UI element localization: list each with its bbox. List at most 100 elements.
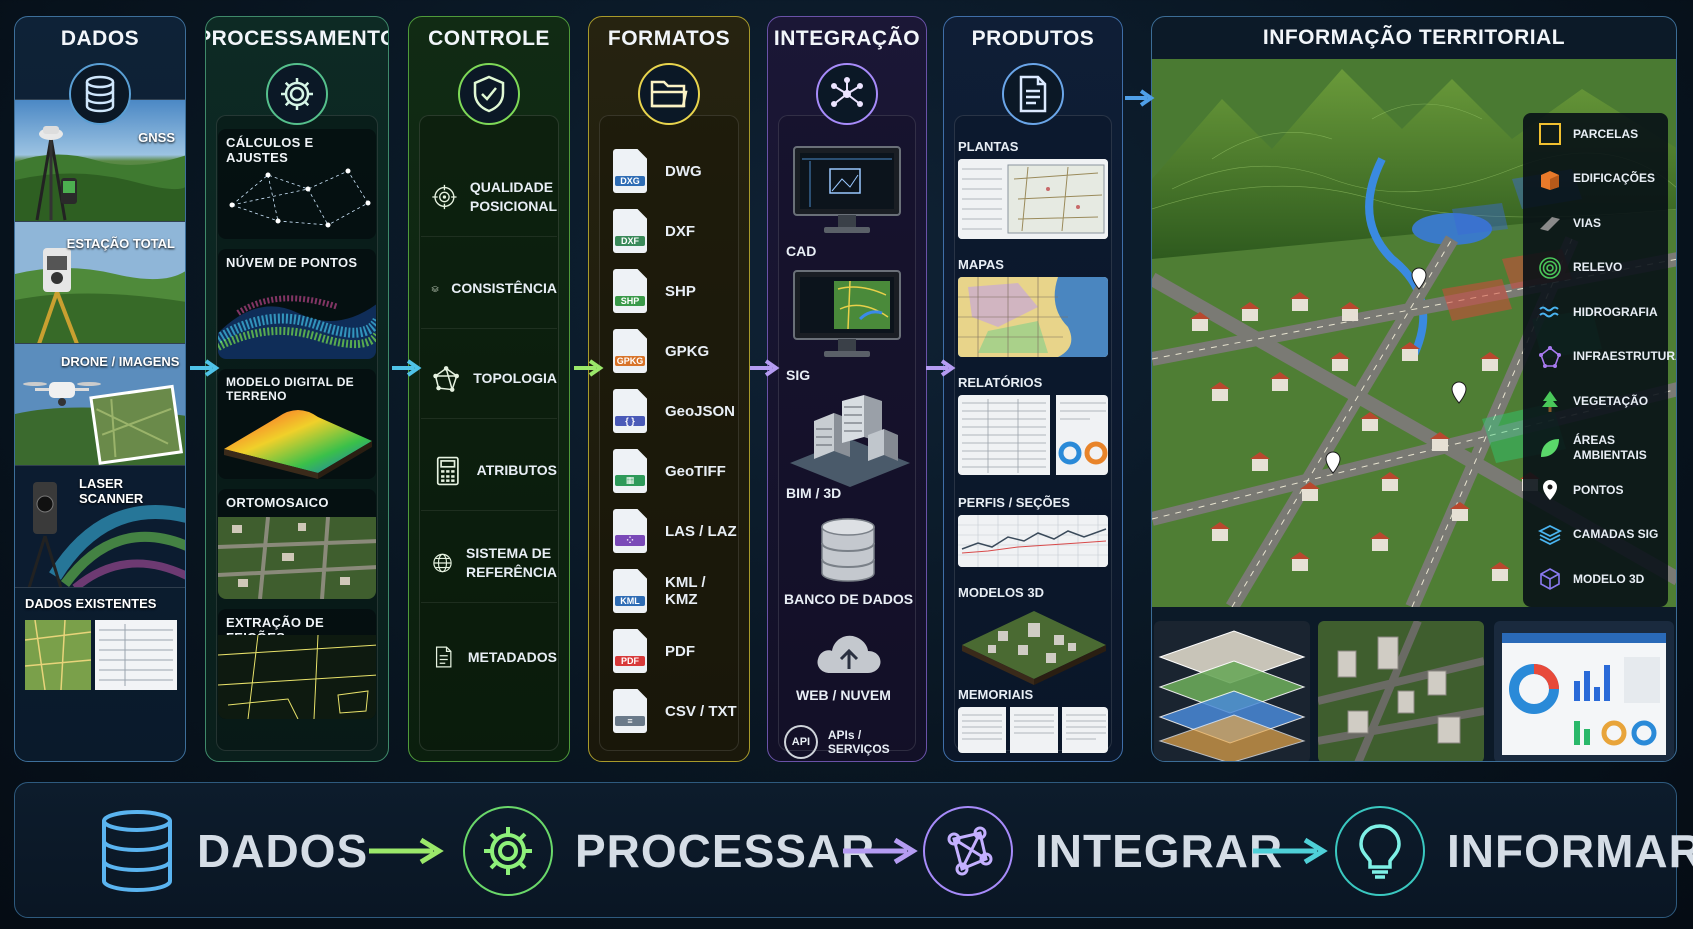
relatorios-image xyxy=(958,395,1108,475)
dados-title: DADOS xyxy=(60,27,140,50)
proc-item-mdt: MODELO DIGITAL DE TERRENO xyxy=(218,369,376,479)
format-item: SHP SHP xyxy=(613,265,739,317)
bim-buildings-image xyxy=(790,395,910,487)
terrain-model-image xyxy=(224,410,372,479)
integracao-panel: INTEGRAÇÃO CAD SIG BIM / 3D BANCO DE DAD… xyxy=(767,16,927,762)
format-item: ≡ CSV / TXT xyxy=(613,685,739,737)
api-icon: API xyxy=(784,725,818,759)
target-icon xyxy=(432,184,457,209)
legend-item: PARCELAS xyxy=(1537,121,1638,147)
network-icon xyxy=(923,806,1013,896)
modelos-3d-image xyxy=(958,605,1108,685)
proc-item-nuvem: NÚVEM DE PONTOS xyxy=(218,249,376,359)
dados-panel: DADOS GNSS ESTAÇÃO TOTAL DRONE / IMAGENS… xyxy=(14,16,186,762)
flow-bar: DADOS PROCESSAR INTEGRAR INFORMAR xyxy=(14,782,1693,919)
layers-icon xyxy=(431,285,439,292)
topology-icon xyxy=(433,365,459,392)
produtos-panel: PRODUTOS PLANTAS MAPAS RELATÓRIOS PERFIS… xyxy=(943,16,1123,762)
legend-item: CAMADAS SIG xyxy=(1537,522,1658,548)
dados-item-laser-scanner: LASER SCANNER xyxy=(15,465,185,587)
lightbulb-icon xyxy=(1335,806,1425,896)
arrow-right-icon xyxy=(574,359,604,377)
globe-icon xyxy=(433,553,452,572)
legend-item: MODELO 3D xyxy=(1537,566,1644,592)
point-cloud-image xyxy=(218,295,376,359)
report-document-icon xyxy=(1002,63,1064,125)
cloud-upload-icon xyxy=(817,635,881,673)
calculator-icon xyxy=(436,456,459,485)
database-icon xyxy=(102,810,172,893)
processamento-title: PROCESSAMENTO xyxy=(205,27,389,50)
format-item: KML KML / KMZ xyxy=(613,565,739,617)
layers-stack-thumbnail xyxy=(1154,621,1310,761)
format-item: ▦ GeoTIFF xyxy=(613,445,739,497)
file-icon: { } xyxy=(613,389,647,433)
road-icon xyxy=(1537,210,1563,236)
formatos-title: FORMATOS xyxy=(607,27,731,50)
legend-item: HIDROGRAFIA xyxy=(1537,299,1658,325)
water-icon xyxy=(1537,299,1563,325)
produtos-title: PRODUTOS xyxy=(971,27,1095,50)
cad-monitor-image xyxy=(793,146,901,233)
mapas-image xyxy=(958,277,1108,357)
dados-item-drone: DRONE / IMAGENS xyxy=(15,343,185,465)
proc-item-ortomosaico: ORTOMOSAICO xyxy=(218,489,376,599)
arrow-right-icon xyxy=(843,837,918,865)
dados-item-dados-existentes: DADOS EXISTENTES xyxy=(15,587,185,761)
database-server-icon xyxy=(821,518,875,582)
processamento-panel: PROCESSAMENTO CÁLCULOS E AJUSTES NÚVEM D… xyxy=(205,16,389,762)
contour-icon xyxy=(1537,255,1563,281)
ctrl-item-qualidade: QUALIDADE POSICIONAL xyxy=(421,157,557,237)
gear-icon xyxy=(463,806,553,896)
format-item: { } GeoJSON xyxy=(613,385,739,437)
format-item: ⁘ LAS / LAZ xyxy=(613,505,739,557)
arrow-right-icon xyxy=(926,359,956,377)
ctrl-item-topologia: TOPOLOGIA xyxy=(421,339,557,419)
legend-item: VEGETAÇÃO xyxy=(1537,388,1648,414)
format-item: PDF PDF xyxy=(613,625,739,677)
ctrl-item-consistencia: CONSISTÊNCIA xyxy=(421,249,557,329)
city-3d-thumbnail xyxy=(1318,621,1484,761)
format-item: GPKG GPKG xyxy=(613,325,739,377)
leaf-icon xyxy=(1537,435,1563,461)
file-icon: PDF xyxy=(613,629,647,673)
legend-item: PONTOS xyxy=(1537,477,1623,503)
legend-item: ÁREAS AMBIENTAIS xyxy=(1537,433,1668,463)
flow-step-integrar: INTEGRAR xyxy=(923,783,1283,919)
arrow-right-icon xyxy=(392,359,422,377)
flow-step-informar: INFORMAR xyxy=(1335,783,1693,919)
dados-item-estacao-total: ESTAÇÃO TOTAL xyxy=(15,221,185,343)
network-adjust-image xyxy=(229,168,371,228)
dashboard-thumbnail xyxy=(1494,621,1674,761)
document-icon xyxy=(435,646,452,668)
cube-icon xyxy=(1537,566,1563,592)
building-icon xyxy=(1537,166,1563,192)
file-icon: ≡ xyxy=(613,689,647,733)
folder-icon xyxy=(638,63,700,125)
ctrl-item-atributos: ATRIBUTOS xyxy=(421,431,557,511)
map-legend: PARCELAS EDIFICAÇÕES VIAS RELEVO HIDROGRAFIA… xyxy=(1523,113,1676,607)
file-icon: SHP xyxy=(613,269,647,313)
layers-icon xyxy=(1537,522,1563,548)
arrow-right-icon xyxy=(369,837,444,865)
gear-icon xyxy=(266,63,328,125)
legend-item: INFRAESTRUTURA xyxy=(1537,344,1676,370)
pin-icon xyxy=(1537,477,1563,503)
formatos-panel: FORMATOS DXG DWG DXF DXF SHP SHP GPKG GPKG { } Ge… xyxy=(588,16,750,762)
arrow-right-icon xyxy=(750,359,780,377)
file-icon: ⁘ xyxy=(613,509,647,553)
proc-item-calculos: CÁLCULOS E AJUSTES xyxy=(218,129,376,239)
network-icon xyxy=(1537,344,1563,370)
informacao-title: INFORMAÇÃO TERRITORIAL xyxy=(1262,26,1566,49)
legend-item: RELEVO xyxy=(1537,255,1622,281)
file-icon: ▦ xyxy=(613,449,647,493)
file-icon: KML xyxy=(613,569,647,613)
plantas-image xyxy=(958,159,1108,239)
legend-item: EDIFICAÇÕES xyxy=(1537,166,1655,192)
controle-title: CONTROLE xyxy=(428,27,550,50)
flow-step-processar: PROCESSAR xyxy=(463,783,875,919)
integracao-title: INTEGRAÇÃO xyxy=(773,27,921,50)
flow-step-dados: DADOS xyxy=(99,783,368,919)
existing-data-image xyxy=(25,620,177,690)
arrow-right-icon xyxy=(1253,837,1328,865)
